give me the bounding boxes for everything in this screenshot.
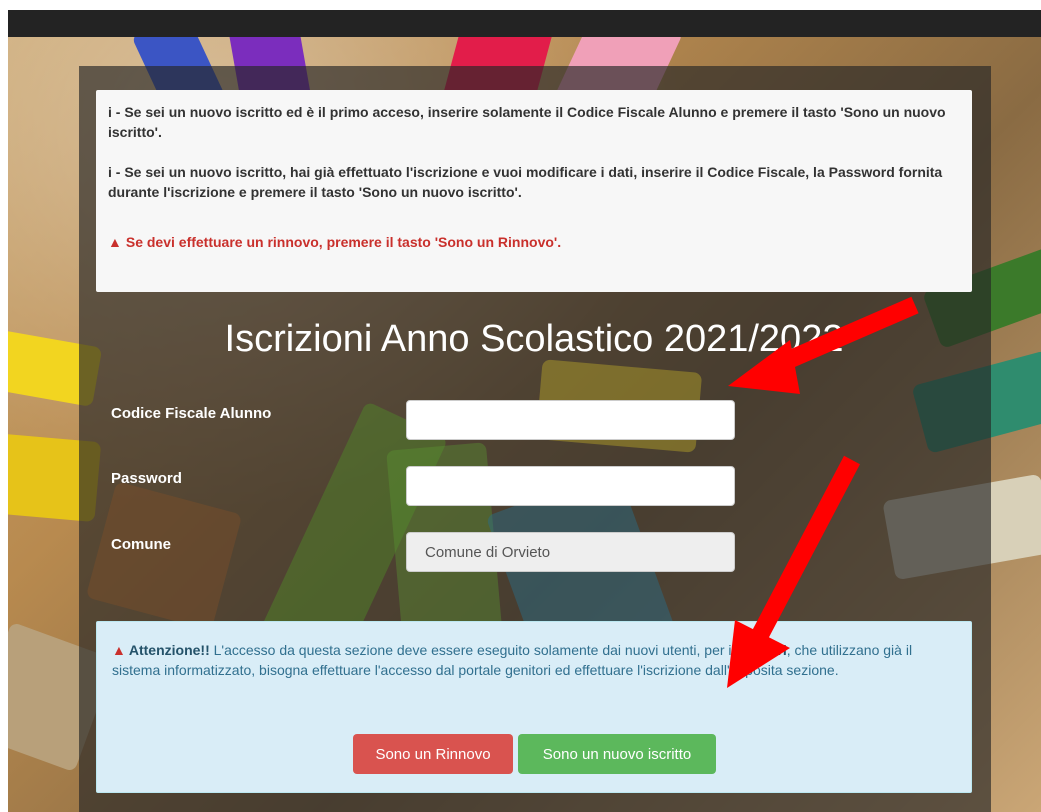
password-input[interactable]: [406, 466, 735, 506]
renewal-warning-text: Se devi effettuare un rinnovo, premere i…: [125, 234, 562, 250]
rinnovi-label: Rinnovi: [735, 642, 787, 658]
codice-fiscale-input[interactable]: [406, 400, 735, 440]
page-title: Iscrizioni Anno Scolastico 2021/2022: [224, 318, 844, 360]
attention-label: Attenzione!!: [128, 642, 210, 658]
comune-label: Comune: [111, 536, 171, 553]
codice-fiscale-label: Codice Fiscale Alunno: [111, 405, 272, 422]
browser-top-bar: [8, 10, 1041, 37]
warning-triangle-icon: ▲: [112, 642, 126, 658]
password-label: Password: [111, 470, 182, 487]
alert-text-before: L'accesso da questa sezione deve essere …: [209, 642, 736, 658]
new-enrollment-button[interactable]: Sono un nuovo iscritto: [518, 734, 716, 774]
renewal-warning: ▲ Se devi effettuare un rinnovo, premere …: [108, 232, 960, 252]
comune-field: Comune di Orvieto: [406, 532, 735, 572]
instruction-new-first-access: i - Se sei un nuovo iscritto ed è il pri…: [108, 104, 946, 140]
instruction-new-modify: i - Se sei un nuovo iscritto, hai già ef…: [108, 164, 943, 200]
warning-triangle-icon: ▲: [108, 234, 122, 250]
instructions-notice: i - Se sei un nuovo iscritto ed è il pri…: [96, 90, 972, 292]
renewal-button[interactable]: Sono un Rinnovo: [353, 734, 513, 774]
